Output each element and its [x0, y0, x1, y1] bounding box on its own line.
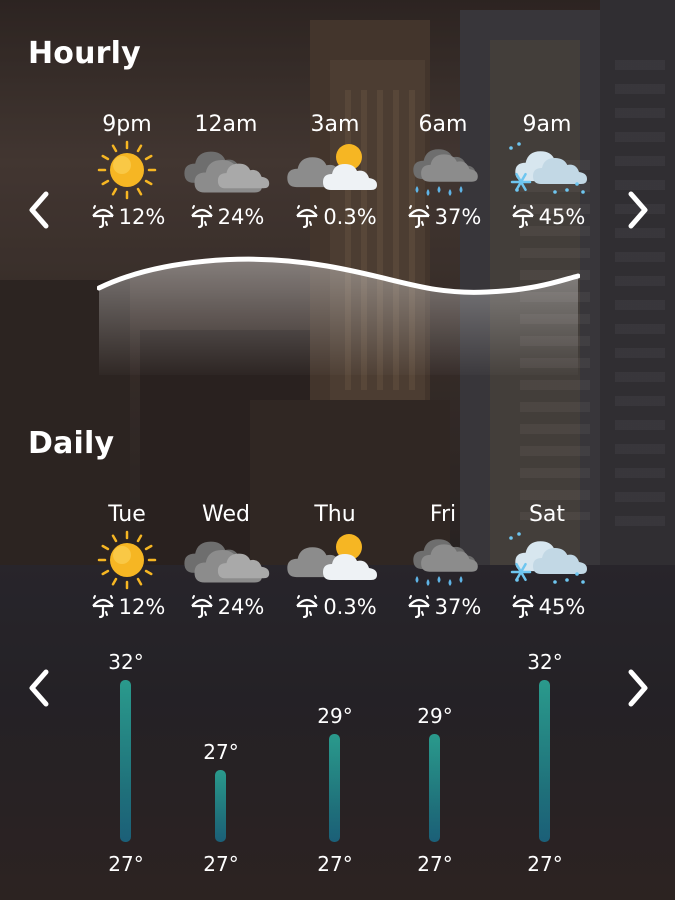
precipitation-value: 0.3%	[323, 595, 377, 619]
chevron-left-icon	[29, 669, 49, 707]
high-temperature: 27°	[203, 740, 239, 764]
hourly-label: 9pm	[102, 112, 152, 137]
weather-icon	[497, 530, 597, 590]
low-temperature: 27°	[417, 852, 453, 876]
precipitation-value: 45%	[538, 205, 586, 229]
precipitation: 0.3%	[285, 204, 385, 230]
precipitation-value: 12%	[118, 205, 166, 229]
weather-icon	[497, 140, 597, 200]
daily-label: Thu	[314, 502, 356, 527]
rain-cloud-icon	[413, 149, 478, 196]
weather-icon	[176, 140, 276, 200]
precipitation: 37%	[393, 594, 493, 620]
temperature-bar	[429, 734, 440, 842]
daily-item[interactable]: Wed 24%	[176, 502, 276, 620]
weather-icon	[285, 530, 385, 590]
precipitation-value: 37%	[434, 205, 482, 229]
precipitation: 12%	[77, 204, 177, 230]
precipitation: 12%	[77, 594, 177, 620]
weather-icon	[393, 530, 493, 590]
umbrella-rain-icon	[407, 205, 430, 229]
daily-item[interactable]: Thu 0.3%	[285, 502, 385, 620]
hourly-title: Hourly	[28, 36, 141, 71]
umbrella-rain-icon	[296, 205, 319, 229]
cloudy-icon	[184, 541, 270, 583]
partly-cloudy-icon	[287, 534, 377, 580]
weather-icon	[77, 140, 177, 200]
daily-item[interactable]: Fri 37%	[393, 502, 493, 620]
precipitation: 0.3%	[285, 594, 385, 620]
daily-label: Wed	[202, 502, 250, 527]
daily-item[interactable]: Tue 12%	[77, 502, 177, 620]
low-temperature: 27°	[317, 852, 353, 876]
partly-cloudy-icon	[287, 144, 377, 190]
hourly-item[interactable]: 12am 24%	[176, 112, 276, 230]
low-temperature: 27°	[203, 852, 239, 876]
daily-label: Sat	[528, 502, 566, 527]
daily-item[interactable]: Sat 45%	[497, 502, 597, 620]
precipitation-value: 24%	[217, 595, 265, 619]
weather-icon	[77, 530, 177, 590]
umbrella-rain-icon	[91, 595, 114, 619]
precipitation: 45%	[497, 204, 597, 230]
umbrella-rain-icon	[190, 595, 213, 619]
rain-cloud-icon	[413, 539, 478, 586]
umbrella-rain-icon	[91, 205, 114, 229]
daily-label: Fri	[429, 502, 457, 527]
temperature-bar	[329, 734, 340, 842]
precipitation-value: 12%	[118, 595, 166, 619]
snow-cloud-icon	[509, 142, 587, 194]
daily-label: Tue	[108, 502, 146, 527]
chevron-right-icon	[628, 669, 648, 707]
hourly-label: 9am	[522, 112, 572, 137]
hourly-label: 3am	[310, 112, 360, 137]
temperature-bar	[120, 680, 131, 842]
umbrella-rain-icon	[296, 595, 319, 619]
hourly-prev-button[interactable]	[20, 180, 60, 240]
umbrella-rain-icon	[190, 205, 213, 229]
precipitation: 45%	[497, 594, 597, 620]
daily-title: Daily	[28, 426, 115, 461]
weather-icon	[285, 140, 385, 200]
daily-prev-button[interactable]	[20, 658, 60, 718]
umbrella-rain-icon	[511, 205, 534, 229]
precipitation-value: 37%	[434, 595, 482, 619]
high-temperature: 32°	[108, 650, 144, 674]
temperature-bar	[539, 680, 550, 842]
sun-icon	[97, 140, 157, 200]
hourly-temperature-curve	[97, 256, 580, 375]
weather-icon	[176, 530, 276, 590]
high-temperature: 32°	[527, 650, 563, 674]
low-temperature: 27°	[108, 852, 144, 876]
precipitation-value: 45%	[538, 595, 586, 619]
temperature-bar	[215, 770, 226, 842]
precipitation: 37%	[393, 204, 493, 230]
precipitation: 24%	[176, 594, 276, 620]
hourly-item[interactable]: 3am 0.3%	[285, 112, 385, 230]
umbrella-rain-icon	[407, 595, 430, 619]
high-temperature: 29°	[317, 704, 353, 728]
weather-icon	[393, 140, 493, 200]
sun-icon	[97, 530, 157, 590]
hourly-label: 6am	[418, 112, 468, 137]
hourly-label: 12am	[194, 112, 258, 137]
precipitation-value: 24%	[217, 205, 265, 229]
precipitation-value: 0.3%	[323, 205, 377, 229]
hourly-next-button[interactable]	[617, 180, 657, 240]
snow-cloud-icon	[509, 532, 587, 584]
precipitation: 24%	[176, 204, 276, 230]
umbrella-rain-icon	[511, 595, 534, 619]
chevron-left-icon	[29, 191, 49, 229]
low-temperature: 27°	[527, 852, 563, 876]
hourly-item[interactable]: 6am 37%	[393, 112, 493, 230]
daily-next-button[interactable]	[617, 658, 657, 718]
hourly-item[interactable]: 9am 45%	[497, 112, 597, 230]
high-temperature: 29°	[417, 704, 453, 728]
hourly-item[interactable]: 9pm 12%	[77, 112, 177, 230]
cloudy-icon	[184, 151, 270, 193]
chevron-right-icon	[628, 191, 648, 229]
